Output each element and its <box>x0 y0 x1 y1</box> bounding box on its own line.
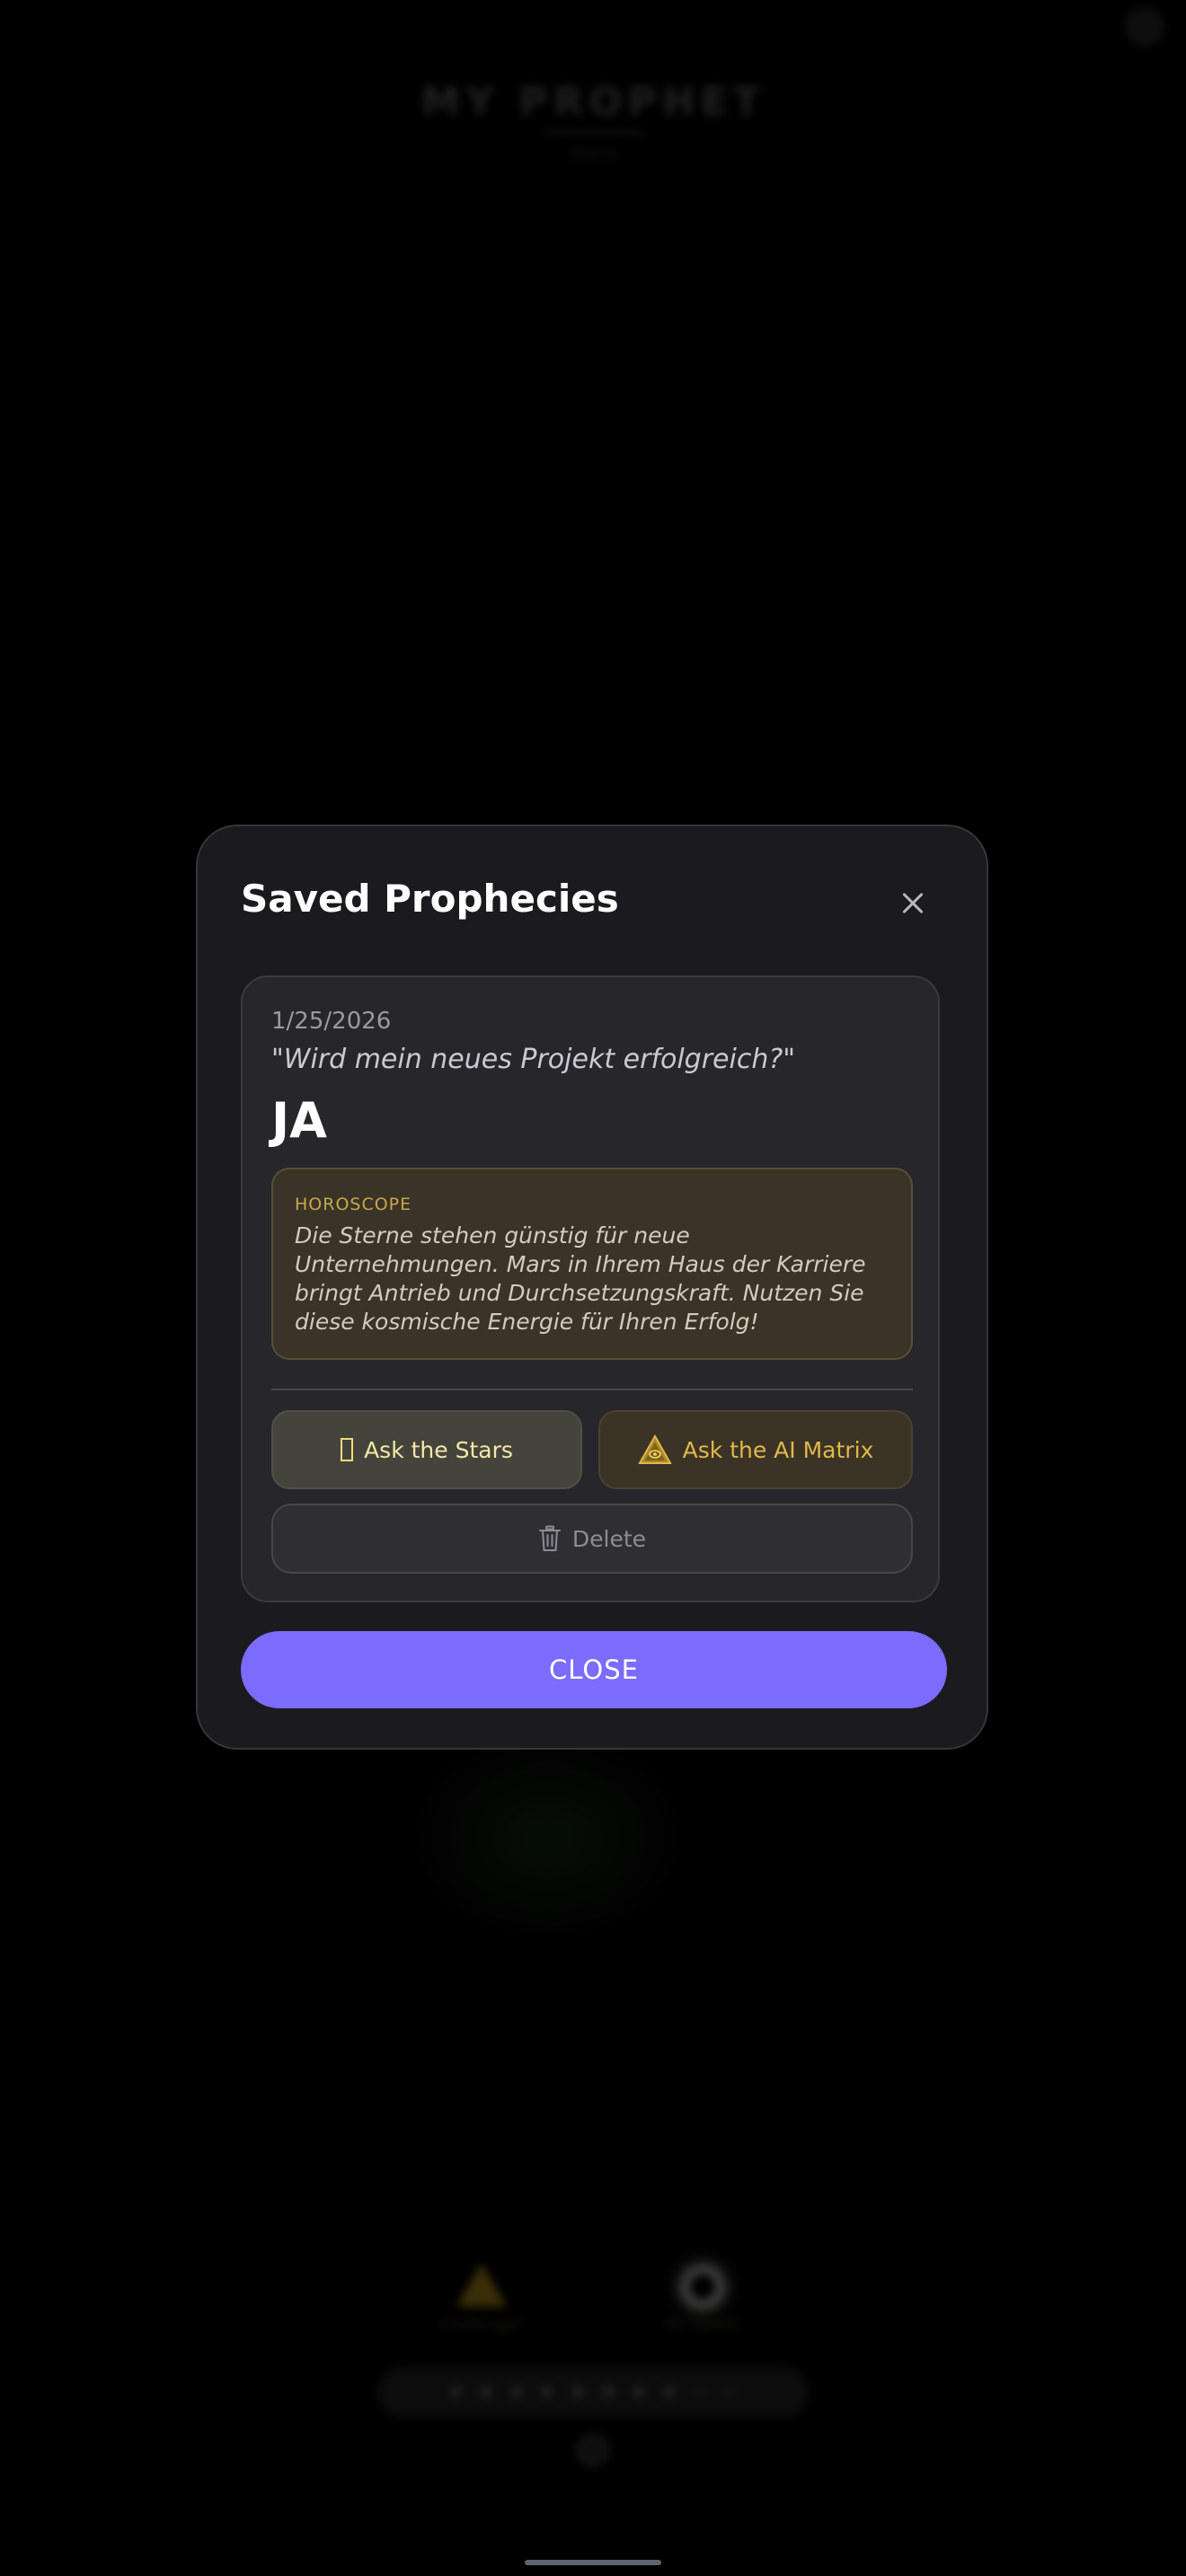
horoscope-text: Die Sterne stehen günstig für neue Unter… <box>295 1222 866 1335</box>
background-glow <box>413 1734 683 1940</box>
ring-icon <box>681 2265 724 2308</box>
prophecy-question: "Wird mein neues Projekt erfolgreich?" <box>271 1044 796 1075</box>
ask-the-stars-label: Ask the Stars <box>364 1436 513 1463</box>
stars-placeholder-icon <box>341 1438 354 1461</box>
ask-the-stars-button[interactable]: Ask the Stars <box>271 1410 582 1489</box>
card-divider <box>271 1389 913 1390</box>
prophecy-date: 1/25/2026 <box>271 1008 392 1035</box>
saved-prophecies-modal: Saved Prophecies 1/25/2026 "Wird mein ne… <box>196 825 988 1750</box>
page-dot <box>633 2386 645 2398</box>
page-dot <box>724 2386 737 2398</box>
app-screen: MY PROPHET Sierra Challenge? No Speed Sa… <box>0 0 1186 2576</box>
home-indicator[interactable] <box>525 2560 661 2565</box>
menu-icon <box>1125 7 1164 47</box>
background-small-button <box>575 2432 611 2468</box>
prophecy-card: 1/25/2026 "Wird mein neues Projekt erfol… <box>241 975 940 1602</box>
horoscope-box: HOROSCOPE Die Sterne stehen günstig für … <box>271 1168 913 1360</box>
page-dot <box>449 2386 462 2398</box>
page-indicator-bar <box>377 2366 809 2418</box>
close-button-label: CLOSE <box>549 1654 639 1685</box>
page-dot <box>663 2386 676 2398</box>
page-dot <box>571 2386 584 2398</box>
eye-triangle-icon <box>637 1434 672 1464</box>
app-subtitle: Sierra <box>569 144 617 163</box>
feature-right-label: No Speed <box>666 2316 739 2333</box>
page-dot <box>694 2386 706 2398</box>
close-button[interactable]: CLOSE <box>241 1631 947 1708</box>
horoscope-label: HOROSCOPE <box>295 1195 412 1214</box>
prophecy-answer: JA <box>271 1092 327 1149</box>
ask-the-ai-matrix-button[interactable]: Ask the AI Matrix <box>598 1410 913 1489</box>
delete-label: Delete <box>571 1525 647 1552</box>
page-dot <box>510 2386 523 2398</box>
trash-icon <box>538 1525 561 1551</box>
app-title: MY PROPHET <box>420 79 766 125</box>
modal-title: Saved Prophecies <box>241 877 619 921</box>
page-dot <box>602 2386 615 2398</box>
triangle-icon <box>456 2263 507 2307</box>
page-dot <box>480 2386 492 2398</box>
feature-left-label: Challenge? <box>438 2316 524 2333</box>
ask-the-ai-matrix-label: Ask the AI Matrix <box>682 1436 874 1463</box>
page-dot <box>541 2386 553 2398</box>
close-icon[interactable] <box>895 886 931 922</box>
delete-button[interactable]: Delete <box>271 1504 913 1574</box>
title-underline <box>542 131 644 135</box>
